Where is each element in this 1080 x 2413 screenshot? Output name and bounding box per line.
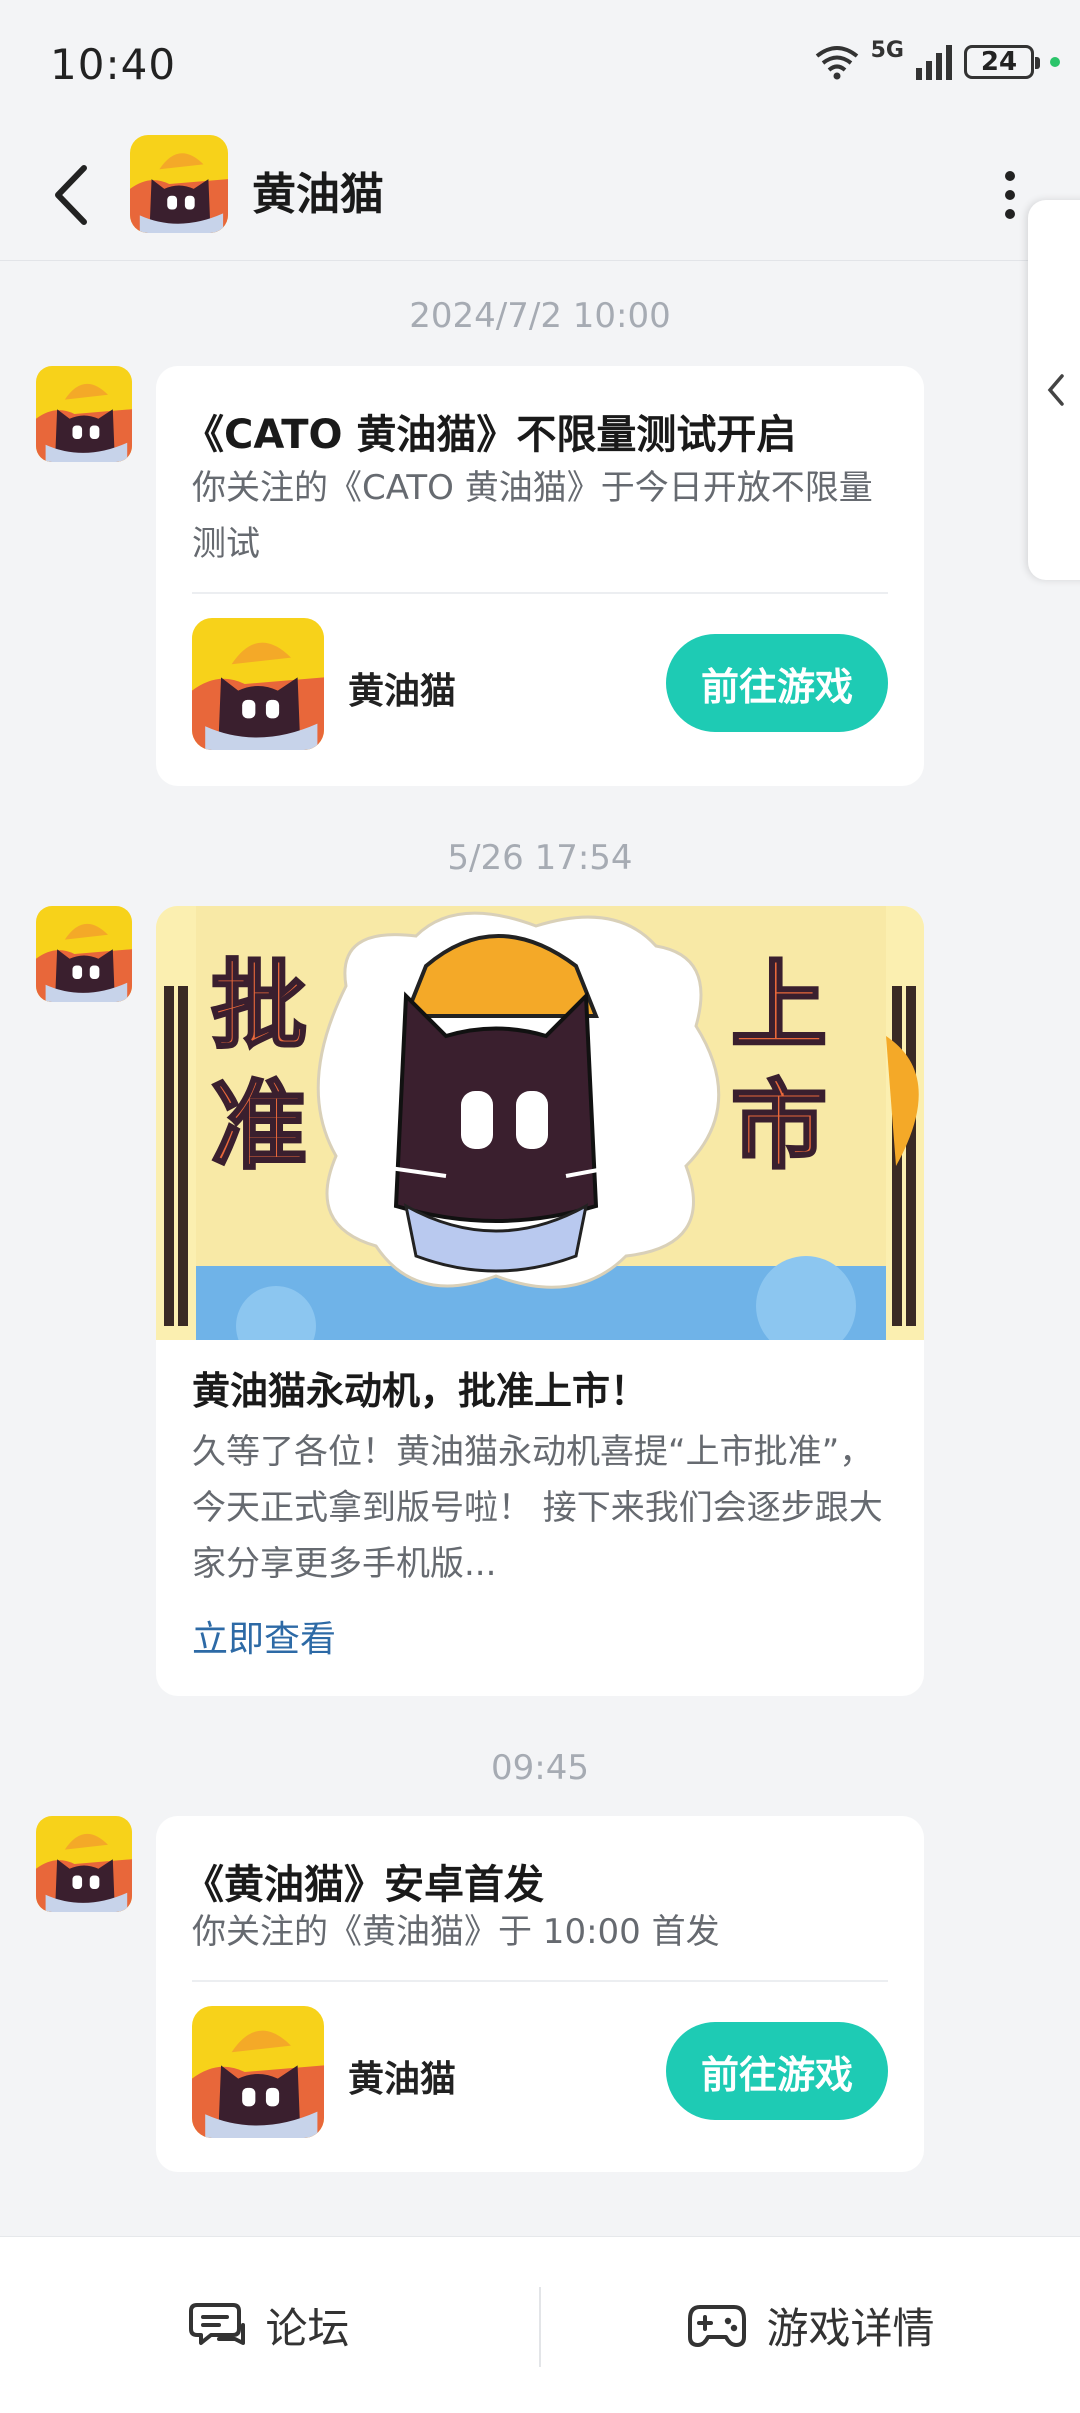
game-icon[interactable] [192,618,324,750]
article-banner-image[interactable]: 批准 上市 [156,906,924,1340]
game-details-button[interactable]: 游戏详情 [541,2237,1080,2413]
sender-avatar[interactable] [36,366,132,462]
cat-logo-icon [36,906,132,1002]
message-card[interactable]: 《黄油猫》安卓首发 你关注的《黄油猫》于 10:00 首发 黄油猫 前往游戏 [156,1816,924,2172]
message-card[interactable]: 《CATO 黄油猫》不限量测试开启 你关注的《CATO 黄油猫》于今日开放不限量… [156,366,924,786]
wifi-icon [815,46,858,80]
banner-text-right: 上市 [730,949,829,1184]
chat-bubble-icon [189,2303,246,2345]
game-details-label: 游戏详情 [766,2303,935,2353]
message-timestamp: 09:45 [491,1748,589,1788]
go-to-game-button[interactable]: 前往游戏 [666,634,888,732]
view-now-link[interactable]: 立即查看 [192,1610,336,1662]
article-title: 黄油猫永动机，批准上市！ [192,1369,649,1413]
status-time: 10:40 [50,40,177,89]
gamepad-icon [688,2305,747,2347]
game-name: 黄油猫 [348,671,457,712]
network-type-label: 5G [870,38,904,63]
side-drawer-tab[interactable] [1028,200,1080,580]
more-options-button[interactable] [990,160,1030,230]
article-card[interactable]: 批准 上市 黄油猫永动机，批准上市！ 久等了各位！黄油猫永动机喜提“上市批准”，… [156,906,924,1696]
game-icon[interactable] [192,2006,324,2138]
message-description: 你关注的《CATO 黄油猫》于今日开放不限量测试 [192,468,873,564]
privacy-indicator-dot [1050,57,1060,67]
signal-icon [916,45,952,80]
message-description: 你关注的《黄油猫》于 10:00 首发 [192,1912,720,1952]
message-title: 《CATO 黄油猫》不限量测试开启 [184,412,797,458]
cat-logo-icon [192,618,324,750]
article-summary: 久等了各位！黄油猫永动机喜提“上市批准”，今天正式拿到版号啦！ 接下来我们会逐步… [192,1432,883,1584]
cat-logo-icon [192,2006,324,2138]
sender-avatar[interactable] [36,1816,132,1912]
back-button[interactable] [40,160,110,230]
message-timestamp: 5/26 17:54 [447,838,633,878]
status-icons: 5G 24 [813,38,1060,82]
page-title: 黄油猫 [252,169,384,220]
sender-avatar[interactable] [36,906,132,1002]
message-timestamp: 2024/7/2 10:00 [409,296,671,336]
forum-label: 论坛 [265,2303,350,2353]
card-divider [192,592,888,594]
banner-text-left: 批准 [210,949,309,1184]
message-title: 《黄油猫》安卓首发 [184,1862,544,1908]
battery-level: 24 [980,47,1018,77]
card-divider [192,1980,888,1982]
forum-button[interactable]: 论坛 [0,2237,539,2413]
header-avatar[interactable] [130,135,228,233]
chevron-left-icon [1047,374,1064,406]
app-header: 黄油猫 [0,130,1080,261]
go-to-game-button[interactable]: 前往游戏 [666,2022,888,2120]
bottom-action-bar: 论坛 游戏详情 [0,2236,1080,2413]
cat-logo-icon [36,366,132,462]
game-name: 黄油猫 [348,2059,457,2100]
cat-logo-icon [36,1816,132,1912]
status-bar: 10:40 5G 24 [0,0,1080,130]
cat-logo-icon [130,135,228,233]
battery-indicator: 24 [964,45,1040,79]
